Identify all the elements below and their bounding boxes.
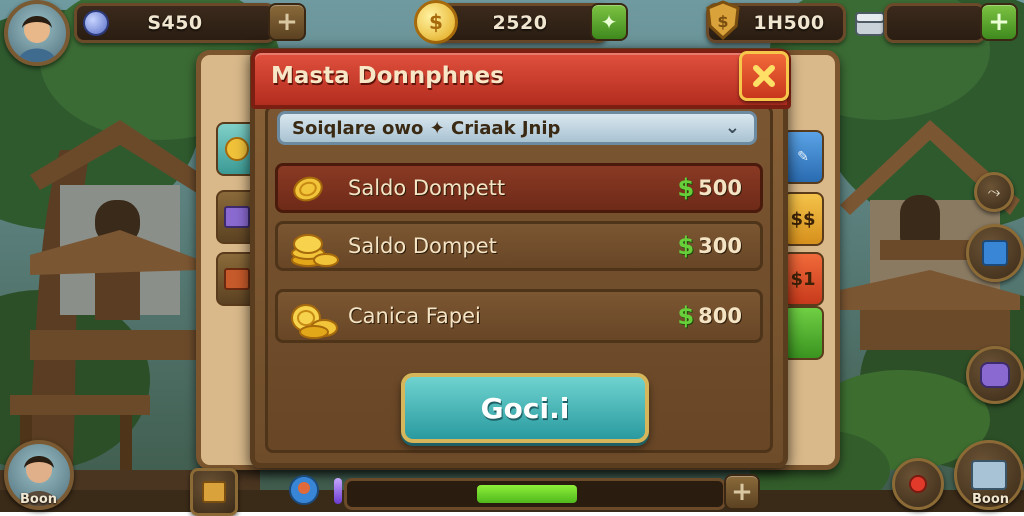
plus-icon: + bbox=[731, 477, 753, 507]
plus-icon: + bbox=[276, 7, 298, 37]
player-portrait-icon bbox=[18, 16, 56, 62]
inventory-counter bbox=[884, 3, 986, 43]
joystick-icon bbox=[909, 475, 927, 493]
add-coins-button[interactable]: ✦ bbox=[590, 3, 628, 41]
right-tab-red[interactable]: $1 bbox=[782, 252, 824, 306]
gear-character-icon[interactable] bbox=[286, 472, 322, 508]
plus-icon: + bbox=[988, 7, 1010, 37]
coin-pile-icon bbox=[290, 298, 340, 344]
gold-coin-icon bbox=[290, 174, 330, 208]
wind-button[interactable]: ⤳ bbox=[974, 172, 1014, 212]
right-tab-blue[interactable]: ✎ bbox=[782, 130, 824, 184]
coin-stack-icon bbox=[290, 230, 340, 274]
dollar-icon: $ bbox=[677, 232, 695, 260]
right-tab-green[interactable] bbox=[782, 306, 824, 360]
close-icon bbox=[753, 65, 775, 87]
edit-button[interactable] bbox=[966, 224, 1024, 282]
dialog-title: Masta Donnphnes bbox=[271, 63, 504, 89]
close-button[interactable] bbox=[739, 51, 789, 101]
tokens-value: 1H500 bbox=[753, 12, 825, 34]
ticket-icon: ✎ bbox=[797, 149, 809, 165]
price-value: 800 bbox=[698, 304, 742, 328]
item-price: $ 500 bbox=[677, 174, 742, 202]
coins-counter: 2520 bbox=[432, 3, 608, 43]
item-name: Saldo Dompett bbox=[348, 176, 506, 200]
coin-icon bbox=[225, 137, 249, 161]
add-inventory-button[interactable]: + bbox=[980, 3, 1018, 41]
dialog-title-bar: Masta Donnphnes bbox=[251, 49, 791, 109]
purchase-dialog: Masta Donnphnes Soiqlare owo ✦ Criaak Jn… bbox=[250, 48, 791, 468]
dropdown-value: Soiqlare owo ✦ Criaak Jnip bbox=[292, 117, 561, 139]
add-gems-button[interactable]: + bbox=[268, 3, 306, 41]
bag-icon bbox=[202, 481, 226, 503]
monster-icon bbox=[980, 362, 1010, 388]
joystick-button[interactable] bbox=[892, 458, 944, 510]
list-item[interactable]: Saldo Dompet $ 300 bbox=[275, 221, 763, 271]
robot-chest-icon bbox=[971, 460, 1007, 490]
gems-value: S450 bbox=[147, 12, 203, 34]
monster-button[interactable] bbox=[966, 346, 1024, 404]
list-item[interactable]: Saldo Dompett $ 500 bbox=[275, 163, 763, 213]
price-value: 300 bbox=[698, 234, 742, 258]
coin-icon: $ bbox=[414, 0, 458, 44]
wind-icon: ⤳ bbox=[987, 182, 1001, 201]
category-dropdown[interactable]: Soiqlare owo ✦ Criaak Jnip ⌄ bbox=[277, 111, 757, 145]
xp-progress-bar bbox=[344, 478, 726, 510]
player-right-name: Boon bbox=[972, 492, 1010, 507]
gem-icon bbox=[83, 10, 109, 36]
bag-button[interactable] bbox=[190, 468, 238, 516]
price-value: 500 bbox=[698, 176, 742, 200]
purple-chest-icon bbox=[224, 206, 250, 228]
edit-icon bbox=[982, 240, 1008, 266]
dollar-icon: $ bbox=[677, 302, 695, 330]
list-item[interactable]: Canica Fapei $ 800 bbox=[275, 289, 763, 343]
item-name: Canica Fapei bbox=[348, 304, 481, 328]
coins-value: 2520 bbox=[492, 12, 548, 34]
item-price: $ 800 bbox=[677, 302, 742, 330]
shield-badge-icon: $ bbox=[704, 0, 742, 41]
dollar-icon: $ bbox=[677, 174, 695, 202]
item-price: $ 300 bbox=[677, 232, 742, 260]
right-tab-gold-label: $$ bbox=[790, 208, 816, 230]
right-tab-red-label: $1 bbox=[790, 268, 816, 290]
item-name: Saldo Dompet bbox=[348, 234, 497, 258]
right-tab-gold[interactable]: $$ bbox=[782, 192, 824, 246]
chest-icon[interactable] bbox=[852, 3, 888, 39]
svg-text:$: $ bbox=[717, 12, 728, 31]
xp-progress-fill bbox=[477, 485, 577, 503]
gems-counter: S450 bbox=[74, 3, 276, 43]
red-box-icon bbox=[224, 268, 250, 290]
confirm-button[interactable]: Goci.i bbox=[401, 373, 649, 443]
add-energy-button[interactable]: + bbox=[724, 474, 760, 510]
chevron-down-icon: ⌄ bbox=[724, 117, 740, 138]
sparkle-icon: ✦ bbox=[600, 10, 618, 34]
player-avatar-top[interactable] bbox=[4, 0, 70, 66]
player-left-name: Boon bbox=[20, 492, 58, 507]
potion-icon bbox=[334, 478, 342, 504]
